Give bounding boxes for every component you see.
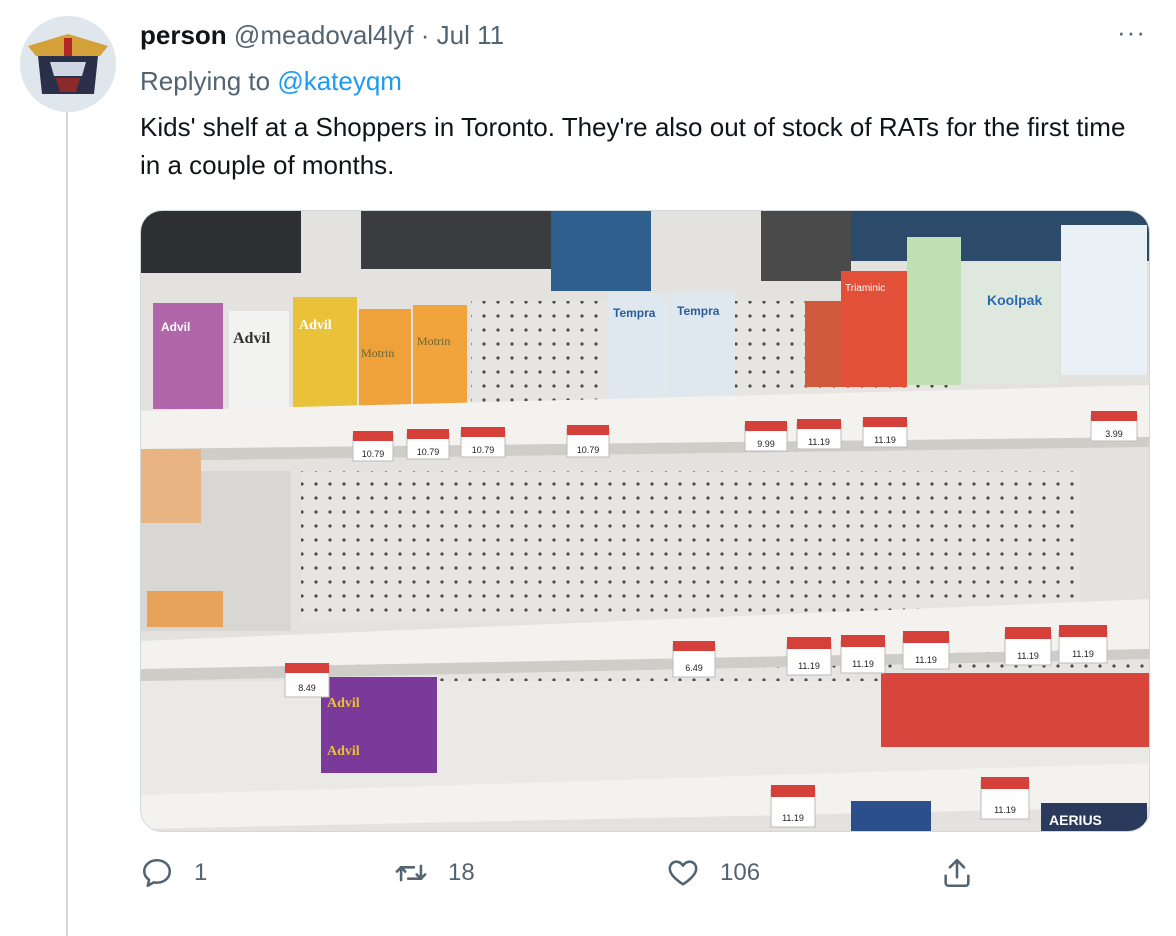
price-top-3: 10.79 <box>472 445 495 455</box>
display-name[interactable]: person <box>140 20 227 50</box>
tweet-header: person @meadoval4lyf · Jul 11 <box>140 18 504 52</box>
reply-icon <box>142 858 172 888</box>
product-advil-4: Advil <box>327 696 360 711</box>
tweet-text: Kids' shelf at a Shoppers in Toronto. Th… <box>140 112 1126 180</box>
product-tempra-2: Tempra <box>677 304 720 318</box>
replying-handle[interactable]: @kateyqm <box>277 66 402 96</box>
product-advil-3: Advil <box>299 318 332 333</box>
header-separator: · <box>420 20 430 50</box>
price-top-4: 10.79 <box>577 445 600 455</box>
like-count: 106 <box>720 859 761 886</box>
tweet-photo[interactable]: Advil Advil Advil Motrin Motrin Tempra T… <box>140 210 1150 832</box>
product-tempra-1: Tempra <box>613 306 656 320</box>
avatar-image <box>20 16 116 112</box>
retweet-count: 18 <box>448 859 475 886</box>
user-handle[interactable]: @meadoval4lyf <box>234 20 414 50</box>
price-mid-5: 11.19 <box>915 655 937 665</box>
product-motrin-2: Motrin <box>417 334 450 348</box>
price-mid-7: 11.19 <box>1072 649 1094 659</box>
price-top-5: 9.99 <box>757 439 775 449</box>
price-mid-6: 11.19 <box>1017 651 1039 661</box>
product-triaminic: Triaminic <box>845 283 885 294</box>
retweet-button[interactable]: 18 <box>394 856 475 890</box>
price-top-7: 11.19 <box>874 435 896 445</box>
tweet-actions: 1 18 106 <box>140 856 1150 906</box>
product-advil-5: Advil <box>327 744 360 759</box>
share-icon <box>944 858 970 888</box>
product-advil-2: Advil <box>233 330 271 347</box>
product-koolpak: Koolpak <box>987 292 1042 308</box>
avatar[interactable] <box>20 16 116 112</box>
reply-count: 1 <box>194 859 208 886</box>
like-button[interactable]: 106 <box>666 856 760 890</box>
tweet-date[interactable]: Jul 11 <box>437 20 504 50</box>
price-top-6: 11.19 <box>808 437 830 447</box>
price-mid-1: 8.49 <box>298 683 316 693</box>
heart-icon <box>668 860 698 886</box>
shelf-photo-illustration: Advil Advil Advil Motrin Motrin Tempra T… <box>141 211 1149 831</box>
product-aerius: AERIUS <box>1049 812 1102 828</box>
reply-button[interactable]: 1 <box>140 856 207 890</box>
replying-to: Replying to @kateyqm <box>140 64 402 98</box>
replying-prefix: Replying to <box>140 66 271 96</box>
price-mid-4: 11.19 <box>852 659 874 669</box>
retweet-icon <box>395 864 427 882</box>
price-bottom-2: 11.19 <box>994 805 1016 815</box>
price-bottom-1: 11.19 <box>782 813 804 823</box>
price-mid-2: 6.49 <box>685 663 703 673</box>
more-icon[interactable]: ··· <box>1117 19 1146 45</box>
price-top-2: 10.79 <box>417 447 440 457</box>
thread-line <box>66 112 68 936</box>
product-advil-1: Advil <box>161 320 190 334</box>
price-top-1: 10.79 <box>362 449 385 459</box>
share-button[interactable] <box>940 856 994 890</box>
price-top-8: 3.99 <box>1105 429 1123 439</box>
product-motrin-1: Motrin <box>361 346 394 360</box>
price-mid-3: 11.19 <box>798 661 820 671</box>
